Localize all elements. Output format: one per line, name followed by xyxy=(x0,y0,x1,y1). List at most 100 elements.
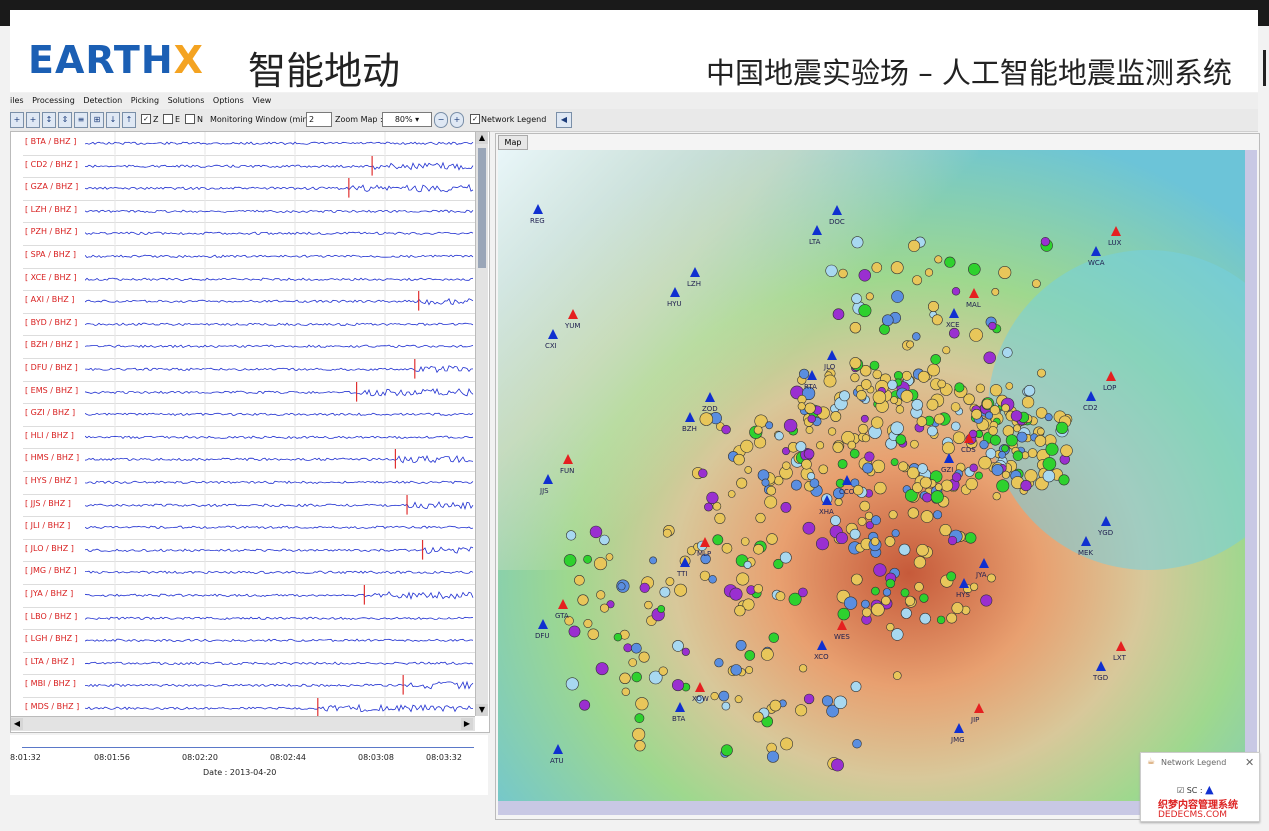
earthquake-event-marker[interactable] xyxy=(934,413,945,425)
earthquake-event-marker[interactable] xyxy=(885,578,896,589)
earthquake-event-marker[interactable] xyxy=(736,477,748,489)
earthquake-event-marker[interactable] xyxy=(1010,410,1023,422)
earthquake-event-marker[interactable] xyxy=(830,411,842,422)
earthquake-event-marker[interactable] xyxy=(1058,474,1070,486)
earthquake-event-marker[interactable] xyxy=(891,529,900,538)
earthquake-event-marker[interactable] xyxy=(890,261,904,275)
earthquake-event-marker[interactable] xyxy=(760,647,774,661)
earthquake-event-marker[interactable] xyxy=(565,677,579,691)
earthquake-event-marker[interactable] xyxy=(860,379,872,390)
earthquake-event-marker[interactable] xyxy=(681,647,690,656)
earthquake-event-marker[interactable] xyxy=(971,408,982,420)
earthquake-event-marker[interactable] xyxy=(963,393,975,405)
earthquake-event-marker[interactable] xyxy=(901,370,912,381)
earthquake-event-marker[interactable] xyxy=(912,332,921,341)
earthquake-event-marker[interactable] xyxy=(965,477,978,491)
earthquake-event-marker[interactable] xyxy=(768,632,779,643)
earthquake-event-marker[interactable] xyxy=(988,321,997,331)
earthquake-event-marker[interactable] xyxy=(990,384,1003,397)
earthquake-event-marker[interactable] xyxy=(890,396,898,404)
waveform-row[interactable]: [ HMS / BHZ ] xyxy=(23,448,475,472)
earthquake-event-marker[interactable] xyxy=(933,510,943,520)
earthquake-event-marker[interactable] xyxy=(1001,403,1010,413)
earthquake-event-marker[interactable] xyxy=(849,322,862,334)
earthquake-event-marker[interactable] xyxy=(924,268,934,277)
earthquake-event-marker[interactable] xyxy=(1021,396,1035,409)
earthquake-event-marker[interactable] xyxy=(951,421,961,431)
earthquake-event-marker[interactable] xyxy=(887,379,898,390)
earthquake-event-marker[interactable] xyxy=(1032,279,1041,288)
waveform-row[interactable]: [ GZA / BHZ ] xyxy=(23,177,475,201)
earthquake-event-marker[interactable] xyxy=(861,434,870,443)
earthquake-event-marker[interactable] xyxy=(965,532,977,544)
earthquake-event-marker[interactable] xyxy=(890,421,904,435)
earthquake-event-marker[interactable] xyxy=(1016,431,1028,443)
earthquake-event-marker[interactable] xyxy=(837,459,848,469)
earthquake-event-marker[interactable] xyxy=(831,758,844,772)
earthquake-event-marker[interactable] xyxy=(895,434,907,445)
earthquake-event-marker[interactable] xyxy=(851,293,862,304)
earthquake-event-marker[interactable] xyxy=(861,607,872,618)
earthquake-event-marker[interactable] xyxy=(951,602,964,614)
earthquake-event-marker[interactable] xyxy=(672,679,685,692)
earthquake-event-marker[interactable] xyxy=(917,463,928,474)
earthquake-event-marker[interactable] xyxy=(830,515,841,526)
earthquake-event-marker[interactable] xyxy=(797,402,806,411)
earthquake-event-marker[interactable] xyxy=(659,586,671,598)
earthquake-event-marker[interactable] xyxy=(721,542,733,554)
earthquake-event-marker[interactable] xyxy=(699,570,710,581)
earthquake-event-marker[interactable] xyxy=(891,290,904,303)
waveform-row[interactable]: [ HYS / BHZ ] xyxy=(23,471,475,495)
earthquake-event-marker[interactable] xyxy=(712,534,724,546)
earthquake-event-marker[interactable] xyxy=(774,475,784,486)
earthquake-event-marker[interactable] xyxy=(986,573,996,583)
monitoring-window-input[interactable]: 2 xyxy=(306,112,332,127)
earthquake-event-marker[interactable] xyxy=(1036,427,1045,436)
earthquake-event-marker[interactable] xyxy=(779,551,792,564)
earthquake-event-marker[interactable] xyxy=(917,370,930,383)
earthquake-event-marker[interactable] xyxy=(974,471,983,480)
earthquake-event-marker[interactable] xyxy=(900,390,914,403)
earthquake-event-marker[interactable] xyxy=(662,528,672,538)
earthquake-event-marker[interactable] xyxy=(856,390,867,401)
earthquake-event-marker[interactable] xyxy=(1042,469,1056,483)
earthquake-event-marker[interactable] xyxy=(837,607,850,621)
earthquake-event-marker[interactable] xyxy=(644,600,653,610)
earthquake-event-marker[interactable] xyxy=(881,596,891,606)
earthquake-event-marker[interactable] xyxy=(1045,442,1059,456)
earthquake-event-marker[interactable] xyxy=(904,595,916,607)
earthquake-event-marker[interactable] xyxy=(882,588,892,597)
earthquake-event-marker[interactable] xyxy=(881,314,894,326)
earthquake-event-marker[interactable] xyxy=(734,605,746,617)
earthquake-event-marker[interactable] xyxy=(979,440,989,450)
earthquake-event-marker[interactable] xyxy=(919,476,932,489)
earthquake-event-marker[interactable] xyxy=(757,469,770,482)
earthquake-event-marker[interactable] xyxy=(804,402,816,414)
earthquake-event-marker[interactable] xyxy=(1055,421,1069,435)
waveform-row[interactable]: [ EMS / BHZ ] xyxy=(23,380,475,405)
earthquake-event-marker[interactable] xyxy=(579,699,591,711)
earthquake-event-marker[interactable] xyxy=(893,371,903,381)
earthquake-event-marker[interactable] xyxy=(931,314,943,326)
scale-trace-icon[interactable]: ↕ xyxy=(42,112,56,128)
earthquake-event-marker[interactable] xyxy=(783,418,798,433)
earthquake-event-marker[interactable] xyxy=(729,587,743,601)
earthquake-event-marker[interactable] xyxy=(718,690,730,702)
waveform-row[interactable]: [ JLO / BHZ ] xyxy=(23,538,475,563)
earthquake-event-marker[interactable] xyxy=(1001,444,1009,453)
earthquake-event-marker[interactable] xyxy=(951,472,962,482)
earthquake-event-marker[interactable] xyxy=(635,697,649,711)
earthquake-event-marker[interactable] xyxy=(589,525,603,539)
earthquake-event-marker[interactable] xyxy=(865,292,874,301)
scroll-thumb[interactable] xyxy=(478,148,486,268)
earthquake-event-marker[interactable] xyxy=(927,301,939,313)
earthquake-event-marker[interactable] xyxy=(828,427,837,436)
earthquake-event-marker[interactable] xyxy=(900,607,912,619)
earthquake-event-marker[interactable] xyxy=(946,571,957,582)
earthquake-event-marker[interactable] xyxy=(775,591,786,602)
menu-item-files[interactable]: iles xyxy=(10,93,24,109)
earthquake-event-marker[interactable] xyxy=(628,658,637,667)
earthquake-event-marker[interactable] xyxy=(937,379,947,389)
earthquake-event-marker[interactable] xyxy=(852,738,862,749)
earthquake-event-marker[interactable] xyxy=(583,554,592,564)
